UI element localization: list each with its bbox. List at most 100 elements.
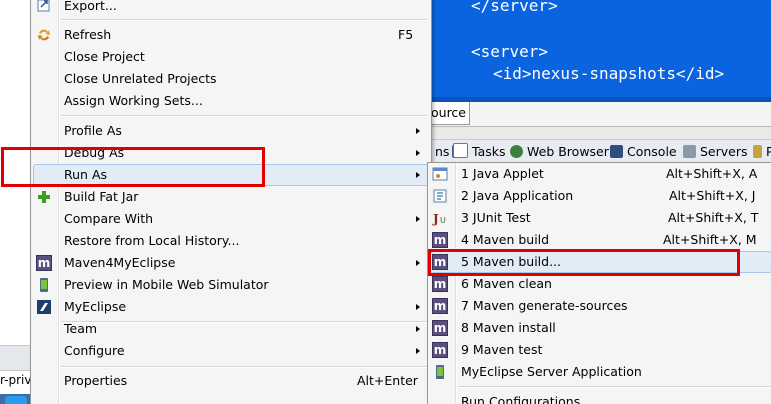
menu-item-label: Export...: [64, 0, 117, 13]
menu-item-shortcut: Alt+Shift+X, T: [668, 210, 759, 225]
menu-item-label: Assign Working Sets...: [64, 93, 203, 108]
menu-item-label: 8 Maven install: [461, 320, 556, 335]
tab-label: ns: [435, 144, 450, 159]
submenu-item-maven-build[interactable]: m 4 Maven build Alt+Shift+X, M: [428, 229, 771, 251]
menu-item-team[interactable]: Team: [31, 318, 431, 340]
submenu-arrow-icon: [416, 326, 420, 332]
editor-line[interactable]: <server>: [471, 42, 548, 61]
menu-item-label: Preview in Mobile Web Simulator: [64, 277, 269, 292]
maven-icon: m: [432, 342, 448, 358]
menu-item-label: 7 Maven generate-sources: [461, 298, 628, 313]
tab-label: Console: [627, 144, 677, 159]
menu-item-label: 9 Maven test: [461, 342, 543, 357]
menu-separator: [61, 115, 427, 117]
console-icon: [610, 145, 623, 158]
menu-item-label: Run Configurations...: [461, 394, 593, 404]
applet-icon: [432, 166, 448, 182]
svg-text:U: U: [440, 216, 446, 225]
submenu-item-maven-test[interactable]: m 9 Maven test: [428, 339, 771, 361]
maven-icon: m: [432, 232, 448, 248]
menu-item-properties[interactable]: Properties Alt+Enter: [31, 370, 431, 392]
editor-tab-strip: ource: [431, 102, 771, 127]
submenu-item-myeclipse-server-app[interactable]: MyEclipse Server Application: [428, 361, 771, 383]
screen: r-priv </server> <server> <id>nexus-snap…: [0, 0, 771, 404]
submenu-item-maven-generate-sources[interactable]: m 7 Maven generate-sources: [428, 295, 771, 317]
menu-item-label: Profile As: [64, 123, 122, 138]
menu-separator: [61, 366, 427, 368]
tab-label: P: [766, 144, 771, 159]
menu-item-label: 6 Maven clean: [461, 276, 552, 291]
submenu-item-maven-clean[interactable]: m 6 Maven clean: [428, 273, 771, 295]
globe-icon: [510, 145, 523, 158]
tab-servers[interactable]: Servers: [683, 140, 748, 163]
menu-item-shortcut: F5: [398, 27, 414, 42]
menu-item-export[interactable]: Export...: [31, 0, 431, 17]
tab-source[interactable]: ource: [431, 102, 470, 125]
menu-item-label: 2 Java Application: [461, 188, 574, 203]
menu-item-close-project[interactable]: Close Project: [31, 46, 431, 68]
menu-item-assign-working-sets[interactable]: Assign Working Sets...: [31, 90, 431, 112]
menu-item-shortcut: Alt+Shift+X, A: [666, 166, 758, 181]
submenu-arrow-icon: [416, 216, 420, 222]
menu-item-label: Restore from Local History...: [64, 233, 240, 248]
menu-item-label: MyEclipse Server Application: [461, 364, 642, 379]
server-app-icon: [432, 364, 448, 380]
servers-icon: [683, 145, 696, 158]
menu-item-label: 4 Maven build: [461, 232, 550, 247]
editor-line[interactable]: </server>: [471, 0, 558, 15]
export-icon: [36, 0, 52, 13]
tab-more[interactable]: P: [753, 140, 771, 163]
junit-icon: JU: [432, 210, 448, 226]
submenu-arrow-icon: [416, 150, 420, 156]
menu-item-compare-with[interactable]: Compare With: [31, 208, 431, 230]
tab-web-browser[interactable]: Web Browser: [510, 140, 609, 163]
refresh-icon: [36, 27, 52, 43]
menu-item-label: Maven4MyEclipse: [64, 255, 176, 270]
menu-item-build-fat-jar[interactable]: Build Fat Jar: [31, 186, 431, 208]
tab-console[interactable]: Console: [610, 140, 677, 163]
menu-item-label: Properties: [64, 373, 128, 388]
menu-item-maven4myeclipse[interactable]: m Maven4MyEclipse: [31, 252, 431, 274]
submenu-item-maven-install[interactable]: m 8 Maven install: [428, 317, 771, 339]
submenu-item-junit-test[interactable]: JU 3 JUnit Test Alt+Shift+X, T: [428, 207, 771, 229]
maven-icon: m: [432, 298, 448, 314]
menu-item-shortcut: Alt+Shift+X, J: [669, 188, 756, 203]
menu-item-refresh[interactable]: Refresh F5: [31, 24, 431, 46]
menu-separator: [458, 386, 770, 388]
menu-separator: [61, 19, 427, 21]
submenu-item-run-configurations[interactable]: Run Configurations...: [428, 391, 771, 404]
menu-item-label: Refresh: [64, 27, 112, 42]
editor-line[interactable]: <id>nexus-snapshots</id>: [493, 64, 724, 83]
menu-item-preview-mobile[interactable]: Preview in Mobile Web Simulator: [31, 274, 431, 296]
svg-text:J: J: [432, 212, 439, 226]
menu-item-close-unrelated-projects[interactable]: Close Unrelated Projects: [31, 68, 431, 90]
menu-item-shortcut: Alt+Shift+X, M: [663, 232, 757, 247]
submenu-arrow-icon: [416, 348, 420, 354]
annotation-box-maven-build: [428, 249, 740, 276]
tab-label: Web Browser: [527, 144, 609, 159]
java-app-icon: [432, 188, 448, 204]
tab-tasks[interactable]: Tasks: [453, 140, 506, 163]
project-explorer-text: r-priv: [0, 373, 31, 387]
menu-item-configure[interactable]: Configure: [31, 340, 431, 362]
tab-label: Tasks: [472, 144, 506, 159]
panel-toolbar: [0, 345, 31, 371]
menu-item-label: Configure: [64, 343, 125, 358]
submenu-item-java-applet[interactable]: 1 Java Applet Alt+Shift+X, A: [428, 163, 771, 185]
menu-item-restore-local-history[interactable]: Restore from Local History...: [31, 230, 431, 252]
submenu-arrow-icon: [416, 304, 420, 310]
submenu-item-java-application[interactable]: 2 Java Application Alt+Shift+X, J: [428, 185, 771, 207]
mobile-icon: [36, 277, 52, 293]
menu-item-profile-as[interactable]: Profile As: [31, 120, 431, 142]
submenu-arrow-icon: [416, 260, 420, 266]
myeclipse-icon: [36, 299, 52, 315]
start-button[interactable]: [5, 396, 27, 404]
xml-editor[interactable]: </server> <server> <id>nexus-snapshots</…: [431, 0, 771, 97]
annotation-box-run-as: [1, 147, 265, 187]
menu-item-label: 1 Java Applet: [461, 166, 544, 181]
maven-icon: m: [432, 320, 448, 336]
menu-item-myeclipse[interactable]: MyEclipse: [31, 296, 431, 318]
context-menu: Export... Refresh F5 Close Project Close…: [30, 0, 432, 404]
menu-item-label: 3 JUnit Test: [461, 210, 531, 225]
plus-icon: [36, 189, 52, 205]
